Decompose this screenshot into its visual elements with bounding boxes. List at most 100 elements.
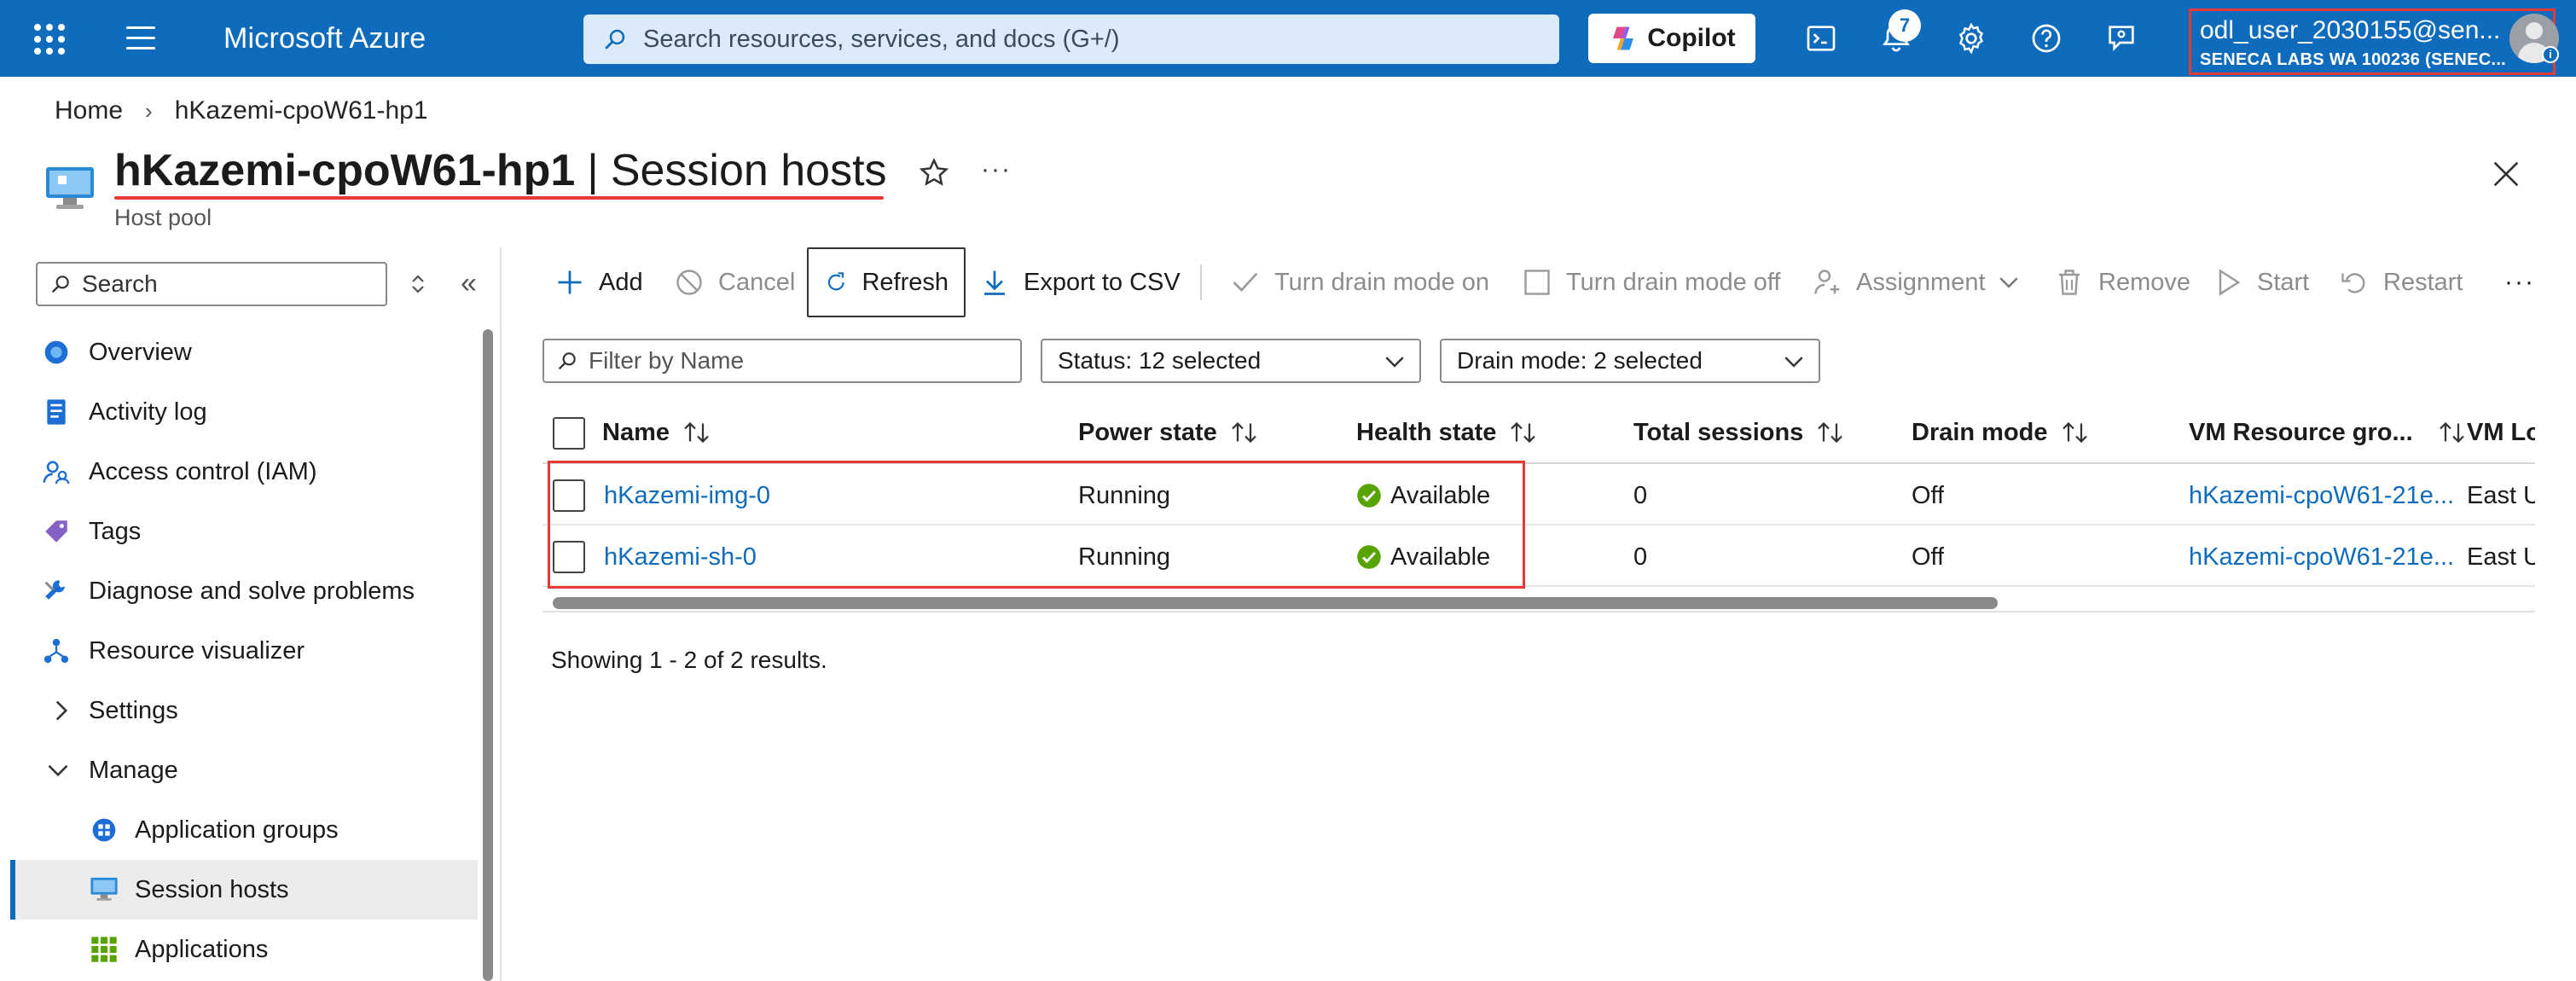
- global-search-input[interactable]: Search resources, services, and docs (G+…: [583, 15, 1559, 64]
- select-all-checkbox[interactable]: [553, 417, 585, 450]
- account-menu[interactable]: odl_user_2030155@sen... SENECA LABS WA 1…: [2189, 9, 2556, 75]
- status-filter-value: Status: 12 selected: [1058, 347, 1262, 374]
- session-host-link[interactable]: hKazemi-sh-0: [604, 527, 757, 587]
- cancel-button[interactable]: Cancel: [674, 247, 795, 317]
- nav-search-placeholder: Search: [82, 270, 158, 297]
- grid-header-row: Name Power state Health state Total sess…: [542, 403, 2535, 464]
- nav-scrollbar[interactable]: [483, 329, 493, 981]
- account-name: odl_user_2030155@sen...: [2200, 16, 2501, 44]
- column-header-health-state[interactable]: Health state: [1356, 403, 1540, 462]
- host-pool-icon: [46, 167, 94, 209]
- add-button[interactable]: Add: [554, 247, 643, 317]
- brand-title[interactable]: Microsoft Azure: [223, 22, 426, 55]
- total-sessions-cell: 0: [1633, 543, 1648, 571]
- nav-item-diagnose[interactable]: Diagnose and solve problems: [10, 561, 478, 621]
- remove-label: Remove: [2098, 268, 2190, 296]
- close-icon[interactable]: [2489, 157, 2523, 191]
- copilot-label: Copilot: [1647, 24, 1736, 52]
- chevron-right-icon: [46, 695, 77, 726]
- row-checkbox[interactable]: [553, 541, 585, 573]
- drain-off-button[interactable]: Turn drain mode off: [1522, 247, 1780, 317]
- row-checkbox[interactable]: [553, 479, 585, 512]
- more-commands-button[interactable]: ···: [2504, 247, 2535, 317]
- nav-item-tags[interactable]: Tags: [10, 502, 478, 561]
- sort-icon: [1232, 421, 1256, 444]
- drain-filter-value: Drain mode: 2 selected: [1457, 347, 1703, 374]
- restart-icon: [2341, 273, 2365, 293]
- drain-mode-filter-dropdown[interactable]: Drain mode: 2 selected: [1440, 339, 1820, 383]
- portal-menu-icon[interactable]: [126, 26, 155, 50]
- copilot-button[interactable]: Copilot: [1588, 14, 1755, 63]
- column-title: Drain mode: [1912, 418, 2048, 446]
- search-icon: [52, 276, 69, 293]
- nav-item-applications[interactable]: Applications: [10, 920, 478, 979]
- help-icon[interactable]: [2027, 19, 2066, 58]
- sort-icon: [684, 421, 709, 444]
- sort-updown-icon[interactable]: [406, 271, 430, 297]
- column-header-name[interactable]: Name: [602, 403, 714, 462]
- start-button[interactable]: Start: [2213, 247, 2309, 317]
- top-bar: Microsoft Azure Search resources, servic…: [0, 0, 2576, 77]
- cloud-shell-icon[interactable]: [1801, 19, 1841, 58]
- more-actions-button[interactable]: ···: [981, 155, 1012, 184]
- collapse-nav-icon[interactable]: «: [461, 269, 490, 298]
- column-header-drain-mode[interactable]: Drain mode: [1912, 403, 2092, 462]
- drain-mode-cell: Off: [1912, 543, 1945, 571]
- nav-item-access-control[interactable]: Access control (IAM): [10, 442, 478, 502]
- nav-search-input[interactable]: Search: [36, 262, 387, 306]
- command-bar: Add Cancel Refresh Export to CSV Turn dr…: [542, 247, 2566, 317]
- resource-name: hKazemi-cpoW61-hp1: [114, 146, 576, 195]
- restart-button[interactable]: Restart: [2339, 247, 2463, 317]
- column-header-total-sessions[interactable]: Total sessions: [1633, 403, 1848, 462]
- status-ok-icon: [1357, 484, 1381, 508]
- search-icon: [605, 29, 625, 49]
- drain-on-button[interactable]: Turn drain mode on: [1230, 247, 1489, 317]
- session-hosts-grid: Name Power state Health state Total sess…: [542, 403, 2535, 612]
- add-label: Add: [599, 268, 643, 296]
- column-title: VM Lo: [2467, 418, 2535, 446]
- filter-by-name-input[interactable]: Filter by Name: [542, 339, 1022, 383]
- session-host-link[interactable]: hKazemi-img-0: [604, 466, 770, 525]
- grid-horizontal-scrollbar[interactable]: [553, 597, 1998, 609]
- nav-label: Access control (IAM): [89, 457, 317, 485]
- resource-group-link[interactable]: hKazemi-cpoW61-21e...: [2189, 466, 2454, 525]
- column-header-power-state[interactable]: Power state: [1078, 403, 1262, 462]
- download-icon: [984, 270, 1005, 295]
- nav-item-application-groups[interactable]: Application groups: [10, 800, 478, 860]
- nav-label: Manage: [89, 756, 178, 784]
- filter-placeholder: Filter by Name: [589, 347, 745, 374]
- nav-label: Tags: [89, 517, 142, 545]
- resource-group-link[interactable]: hKazemi-cpoW61-21e...: [2189, 527, 2454, 587]
- breadcrumb-home[interactable]: Home: [55, 96, 123, 125]
- sort-icon: [1511, 421, 1536, 444]
- export-csv-button[interactable]: Export to CSV: [979, 247, 1181, 317]
- status-filter-dropdown[interactable]: Status: 12 selected: [1041, 339, 1421, 383]
- settings-gear-icon[interactable]: [1952, 19, 1991, 58]
- column-header-vm-resource-group[interactable]: VM Resource gro...: [2189, 403, 2469, 462]
- column-header-vm-location[interactable]: VM Lo: [2467, 403, 2535, 462]
- health-state-text: Available: [1390, 481, 1491, 509]
- status-ok-icon: [1357, 545, 1381, 569]
- nav-label: Session hosts: [135, 875, 289, 903]
- nav-item-overview[interactable]: Overview: [10, 322, 478, 382]
- page-title: hKazemi-cpoW61-hp1 | Session hosts: [114, 145, 887, 196]
- feedback-icon[interactable]: [2102, 19, 2141, 58]
- power-state-cell: Running: [1078, 543, 1171, 571]
- table-row[interactable]: hKazemi-sh-0 Running Available 0 Off hKa…: [542, 527, 2535, 587]
- nav-group-manage[interactable]: Manage: [10, 740, 478, 800]
- refresh-button[interactable]: Refresh: [807, 247, 966, 317]
- remove-button[interactable]: Remove: [2054, 247, 2190, 317]
- table-row[interactable]: hKazemi-img-0 Running Available 0 Off hK…: [542, 466, 2535, 525]
- breadcrumb-current[interactable]: hKazemi-cpoW61-hp1: [175, 96, 428, 125]
- drain-on-label: Turn drain mode on: [1274, 268, 1490, 296]
- favorite-star-icon[interactable]: [917, 156, 951, 190]
- assignment-button[interactable]: Assignment: [1812, 247, 2020, 317]
- trash-icon: [2059, 270, 2080, 295]
- nav-item-activity-log[interactable]: Activity log: [10, 382, 478, 442]
- nav-label: Applications: [135, 935, 269, 963]
- nav-group-settings[interactable]: Settings: [10, 681, 478, 740]
- nav-item-session-hosts[interactable]: Session hosts: [10, 860, 478, 920]
- nav-item-resource-visualizer[interactable]: Resource visualizer: [10, 621, 478, 681]
- visualizer-icon: [41, 636, 72, 666]
- app-launcher-icon[interactable]: [34, 22, 67, 55]
